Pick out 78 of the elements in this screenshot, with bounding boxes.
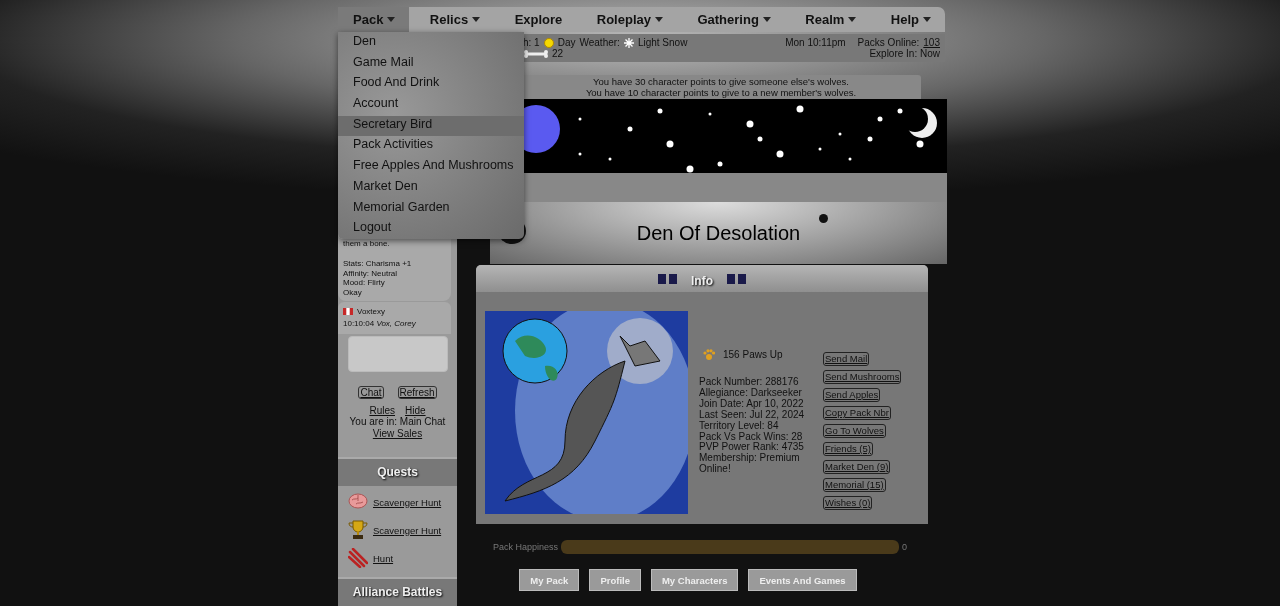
quest-link[interactable]: Hunt bbox=[373, 552, 394, 564]
chat-room-text: You are in: Main Chat bbox=[349, 415, 446, 428]
happiness-label: Pack Happiness bbox=[493, 542, 559, 552]
menu-item[interactable]: Game Mail bbox=[338, 53, 524, 75]
bone-icon bbox=[523, 49, 549, 58]
brain-icon bbox=[348, 492, 368, 512]
daytime-text: Day bbox=[557, 37, 576, 48]
pack-detail-text: Pack Number: 288176 bbox=[699, 377, 800, 388]
flag-icon bbox=[343, 308, 353, 316]
nav-menu-item[interactable]: Help bbox=[875, 7, 945, 32]
menu-item[interactable]: Logout bbox=[338, 219, 524, 240]
bone-count: 22 bbox=[552, 48, 564, 59]
bio-text: them a bone. bbox=[343, 239, 391, 249]
nav-menu-item[interactable]: Pack bbox=[338, 7, 410, 32]
chat-message: 10:10:04 Vox, Corey bbox=[343, 319, 417, 330]
packs-online-label: Packs Online: bbox=[857, 37, 920, 48]
menu-item[interactable]: Den bbox=[338, 33, 524, 54]
snowflake-icon bbox=[623, 37, 634, 48]
pack-detail-text: Pack Vs Pack Wins: 28 bbox=[699, 431, 804, 442]
pack-action-link[interactable]: Wishes (0) bbox=[823, 496, 873, 510]
happiness-value: 0 bbox=[902, 542, 908, 552]
notice-text: You have 30 character points to give someone else's wolves. bbox=[592, 76, 850, 87]
menu-item[interactable]: Free Apples And Mushrooms bbox=[338, 157, 524, 178]
chat-action-button[interactable]: Refresh bbox=[397, 385, 437, 399]
pack-action-link[interactable]: Friends (5) bbox=[823, 442, 873, 456]
pack-action-link[interactable]: Go To Wolves bbox=[823, 424, 886, 438]
chat-username: Voxtexy bbox=[357, 306, 385, 317]
pack-detail-text: Join Date: Apr 10, 2022 bbox=[699, 398, 805, 410]
packs-online-link[interactable]: 103 bbox=[923, 37, 940, 48]
menu-item[interactable]: Market Den bbox=[338, 177, 524, 199]
info-title: Info bbox=[691, 274, 713, 288]
section-header: Quests bbox=[338, 457, 457, 486]
pack-action-link[interactable]: Market Den (9) bbox=[823, 460, 891, 474]
pack-detail-text: Allegiance: Darkseeker bbox=[699, 387, 802, 399]
menu-item[interactable]: Pack Activities bbox=[338, 136, 524, 158]
moon-phase-text: h: 1 bbox=[523, 37, 540, 48]
pack-detail-text: Last Seen: Jul 22, 2024 bbox=[699, 409, 806, 421]
menu-item[interactable]: Memorial Garden bbox=[338, 198, 524, 220]
menu-item[interactable]: Secretary Bird bbox=[338, 115, 524, 137]
orb-decoration bbox=[819, 214, 828, 223]
view-sales-link[interactable]: View Sales bbox=[372, 427, 423, 440]
nav-menu-item[interactable]: Explore bbox=[499, 7, 577, 32]
chat-input-field[interactable] bbox=[347, 335, 448, 372]
claw-marks-icon bbox=[348, 548, 368, 568]
nav-menu-item[interactable]: Relics bbox=[414, 7, 495, 32]
ribbon-icon bbox=[658, 273, 677, 284]
stats-text: Stats: Charisma +1 Affinity: Neutral Mood: Flirty Okay bbox=[343, 258, 413, 298]
pack-detail-text: Territory Level: 84 bbox=[699, 420, 780, 432]
sun-icon bbox=[543, 37, 554, 48]
ribbon-icon bbox=[727, 273, 746, 284]
nav-menu-item[interactable]: Roleplay bbox=[581, 7, 677, 32]
explore-timer: Explore In: Now bbox=[869, 48, 940, 59]
chat-link[interactable]: Hide bbox=[405, 404, 426, 416]
weather-text: Light Snow bbox=[637, 37, 688, 48]
paw-icon bbox=[703, 349, 715, 360]
section-header: Alliance Battles bbox=[338, 577, 457, 606]
nav-menu-item[interactable]: Gathering bbox=[682, 7, 785, 32]
paws-up-count: 156 Paws Up bbox=[723, 349, 783, 360]
chat-action-button[interactable]: Chat bbox=[358, 385, 384, 399]
notice-text: You have 10 character points to give to a new member's wolves. bbox=[584, 87, 858, 98]
pack-action-link[interactable]: Send Apples bbox=[823, 388, 881, 402]
pack-action-link[interactable]: Copy Pack Nbr bbox=[823, 406, 891, 420]
pack-action-link[interactable]: Memorial (15) bbox=[823, 478, 886, 492]
trophy-icon bbox=[348, 520, 368, 540]
pack-detail-text: PVP Power Rank: 4735 bbox=[699, 442, 805, 453]
pack-action-link[interactable]: Send Mail bbox=[823, 352, 870, 366]
weather-label: Weather: bbox=[579, 37, 620, 48]
menu-item[interactable]: Food And Drink bbox=[338, 74, 524, 96]
pack-action-link[interactable]: Send Mushrooms bbox=[823, 370, 902, 384]
chat-link[interactable]: Rules bbox=[369, 404, 395, 416]
den-title: Den Of Desolation bbox=[636, 221, 801, 245]
nav-menu-item[interactable]: Realm bbox=[790, 7, 871, 32]
pack-detail-text: Online! bbox=[699, 464, 731, 476]
clock-text: Mon 10:11pm bbox=[785, 37, 846, 48]
pack-detail-text: Membership: Premium bbox=[699, 453, 801, 465]
menu-item[interactable]: Account bbox=[338, 95, 524, 116]
quest-link[interactable]: Scavenger Hunt bbox=[373, 496, 442, 508]
quest-link[interactable]: Scavenger Hunt bbox=[373, 524, 442, 536]
